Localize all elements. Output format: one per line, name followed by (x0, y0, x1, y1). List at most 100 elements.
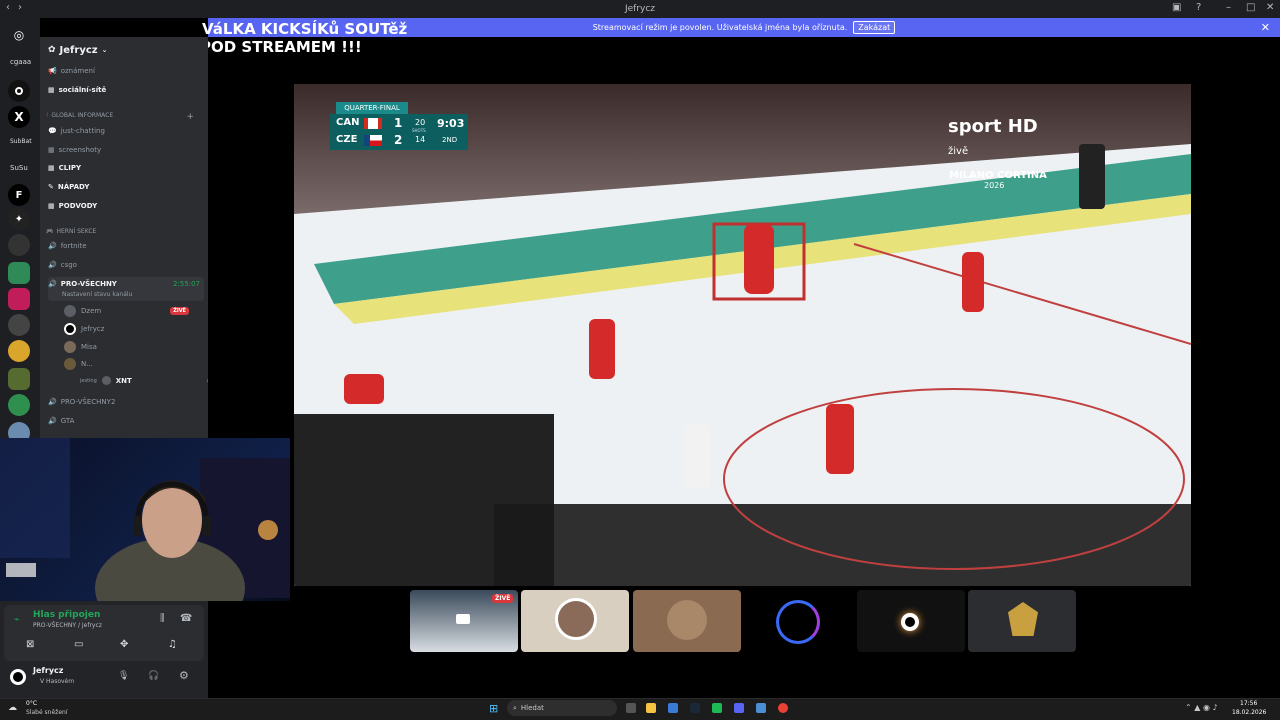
event-name: MILANO CORTINA (949, 170, 1047, 181)
channel-item[interactable]: ▦ PODVODY (48, 202, 204, 210)
channel-item[interactable]: ▦ CLIPY (48, 164, 204, 172)
camera-off-icon[interactable]: ⊠ (26, 639, 34, 650)
category-header[interactable]: ! GLOBAL INFORMACE + (46, 112, 202, 122)
canada-flag-icon (364, 118, 382, 129)
voice-user[interactable]: Dzem ŽIVĚ (64, 305, 189, 317)
channel-item[interactable]: ✎ NÁPADY (48, 183, 204, 191)
voice-channel-item[interactable]: 🔊 PRO-VŠECHNY2 (48, 398, 204, 406)
user-name[interactable]: Jefrycz (33, 666, 63, 675)
channel-timer: 2:55:07 (173, 280, 200, 288)
taskbar-search[interactable]: ⌕ Hledat (507, 700, 617, 716)
app-icon[interactable] (712, 703, 722, 713)
windows-start-icon[interactable]: ⊞ (489, 702, 498, 715)
team2-score: 2 (394, 133, 403, 147)
settings-gear-icon[interactable]: ⚙ (179, 669, 189, 682)
voice-user-name: XNT (115, 376, 132, 385)
streamer-webcam (0, 438, 290, 601)
microphone-icon[interactable]: 🎙 (118, 671, 129, 681)
participant-tile[interactable] (857, 590, 965, 652)
weather-temp[interactable]: 0°C (26, 700, 37, 707)
server-icon[interactable] (8, 368, 30, 390)
search-icon: ⌕ (513, 703, 517, 712)
headphones-icon[interactable]: 🎧 (148, 671, 159, 681)
minimize-button[interactable]: – (1226, 2, 1231, 13)
voice-channel-item[interactable]: 🔊 fortnite (48, 242, 204, 250)
chrome-icon[interactable] (778, 703, 788, 713)
x-server-icon[interactable]: X (8, 106, 30, 128)
disable-streamer-mode-button[interactable]: Zakázat (853, 21, 896, 34)
weather-desc[interactable]: Slabé sněžení (26, 709, 68, 716)
server-icon[interactable] (8, 80, 30, 102)
noise-suppression-icon[interactable]: ⫼ (160, 613, 165, 624)
file-explorer-icon[interactable] (646, 703, 656, 713)
avatar (101, 376, 111, 385)
voice-status[interactable]: Hlas připojen (33, 610, 100, 620)
app-icon[interactable] (756, 703, 766, 713)
participant-tile[interactable] (521, 590, 629, 652)
voice-user-name: Misa (81, 343, 97, 351)
tray-icons[interactable]: ⌃ ▲ ◉ ♪ (1185, 703, 1218, 712)
channel-item[interactable]: ▦ sociální-sítě (48, 86, 204, 94)
channel-item[interactable]: ▦ screenshoty (48, 146, 204, 154)
voice-sub-user[interactable]: jesting XNT ⊘ (80, 376, 208, 385)
hash-icon: ▦ (48, 164, 55, 172)
voice-user[interactable]: Misa (64, 341, 97, 353)
signal-icon: ⌁ (14, 615, 20, 625)
avatar (776, 600, 820, 644)
clock-time[interactable]: 17:56 (1240, 700, 1257, 707)
close-window-button[interactable]: ✕ (1266, 2, 1274, 13)
server-header[interactable]: ✿ Jefrycz ⌄ (40, 37, 208, 63)
voice-user[interactable]: N... (64, 358, 93, 370)
weather-icon[interactable]: ☁ (8, 703, 17, 713)
team1-name: CAN (336, 117, 360, 128)
clock-date[interactable]: 18.02.2026 (1232, 709, 1266, 716)
participant-tile[interactable] (745, 590, 853, 652)
server-icon[interactable] (8, 394, 30, 416)
discord-taskbar-icon[interactable] (734, 703, 744, 713)
stream-thumbnail-hockey[interactable]: ŽIVĚ (410, 590, 518, 652)
server-icon[interactable]: F (8, 184, 30, 206)
stream-video[interactable]: sport HD živě MILANO CORTINA 2026 (294, 84, 1191, 586)
window-back-icon[interactable]: ‹ (6, 2, 10, 13)
user-avatar[interactable] (10, 669, 26, 685)
disconnect-icon[interactable]: ☎ (180, 613, 192, 624)
maximize-button[interactable]: □ (1246, 2, 1255, 13)
inbox-icon[interactable]: ▣ (1172, 2, 1181, 13)
voice-channel-item[interactable]: 🔊 GTA (48, 417, 204, 425)
add-channel-icon[interactable]: + (186, 112, 194, 122)
channel-item[interactable]: 💬 just-chatting (48, 127, 204, 135)
soundboard-icon[interactable]: ♫ (168, 639, 177, 650)
game-period: 2ND (442, 136, 458, 144)
search-placeholder: Hledat (520, 704, 544, 712)
voice-user[interactable]: Jefrycz (64, 323, 104, 335)
store-icon[interactable] (668, 703, 678, 713)
user-status[interactable]: V Hasovém (40, 678, 74, 685)
participant-tile[interactable] (968, 590, 1076, 652)
server-icon[interactable] (8, 262, 30, 284)
channel-label: oznámení (60, 67, 95, 75)
voice-channel-path[interactable]: PRO-VŠECHNY / Jefrycz (33, 622, 102, 629)
task-view-icon[interactable] (626, 703, 636, 713)
close-icon[interactable]: ✕ (1261, 21, 1270, 34)
discord-home-icon[interactable]: ◎ (8, 24, 30, 46)
server-icon[interactable]: ✦ (8, 208, 30, 230)
screen-share-icon[interactable]: ▭ (74, 639, 83, 650)
window-forward-icon[interactable]: › (18, 2, 22, 13)
help-icon[interactable]: ? (1196, 2, 1201, 13)
voice-user-name: N... (81, 360, 93, 368)
channel-item[interactable]: 📢 oznámení (48, 67, 204, 75)
server-icon[interactable] (8, 288, 30, 310)
server-icon[interactable] (8, 340, 30, 362)
avatar (667, 600, 707, 640)
server-icon[interactable] (8, 314, 30, 336)
activities-icon[interactable]: ✥ (120, 639, 128, 650)
notice-text: Streamovací režim je povolen. Uživatelsk… (592, 23, 848, 32)
chat-icon: 💬 (48, 127, 57, 135)
category-header[interactable]: 🎮 HERNÍ SEKCE (46, 228, 202, 235)
participant-tile[interactable] (633, 590, 741, 652)
steam-icon[interactable] (690, 703, 700, 713)
channel-status[interactable]: Nastavení stavu kanálu (62, 291, 132, 298)
speaker-icon: 🔊 (48, 417, 57, 425)
voice-channel-item[interactable]: 🔊 csgo (48, 261, 204, 269)
server-icon[interactable] (8, 234, 30, 256)
